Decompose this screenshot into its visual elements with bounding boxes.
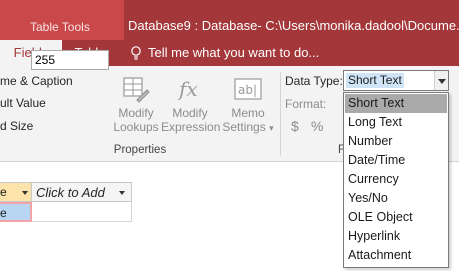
- svg-text:ab|: ab|: [238, 83, 257, 97]
- percent-format-icon: %: [311, 118, 324, 134]
- modify-expression-label-2: Expression: [161, 120, 221, 134]
- option-number[interactable]: Number: [345, 132, 447, 151]
- memo-ab-icon: ab|: [233, 74, 263, 104]
- option-hyperlink[interactable]: Hyperlink: [345, 227, 447, 246]
- modify-lookups-button[interactable]: Modify Lookups: [111, 74, 161, 144]
- tell-me-text: Tell me what you want to do...: [148, 45, 320, 60]
- modify-lookups-icon: [121, 74, 151, 104]
- chevron-down-icon[interactable]: [22, 191, 28, 195]
- option-ole-object[interactable]: OLE Object: [345, 208, 447, 227]
- option-long-text[interactable]: Long Text: [345, 113, 447, 132]
- option-yes-no[interactable]: Yes/No: [345, 189, 447, 208]
- modify-lookups-label-2: Lookups: [113, 120, 159, 134]
- option-attachment[interactable]: Attachment: [345, 246, 447, 265]
- option-short-text[interactable]: Short Text: [345, 94, 447, 113]
- memo-settings-label-2: Settings ▾: [222, 120, 274, 134]
- click-to-add-label: Click to Add: [36, 185, 105, 200]
- field-size-input[interactable]: [31, 50, 109, 70]
- window-title: Database9 : Database- C:\Users\monika.da…: [128, 18, 459, 33]
- memo-settings-button[interactable]: ab| Memo Settings ▾: [220, 74, 276, 144]
- option-date-time[interactable]: Date/Time: [345, 151, 447, 170]
- tell-me-box[interactable]: Tell me what you want to do...: [130, 40, 319, 66]
- modify-expression-button[interactable]: fx Modify Expression: [161, 74, 221, 144]
- modify-lookups-label-1: Modify: [118, 106, 154, 120]
- field-size-label: d Size: [0, 119, 34, 133]
- default-value-button[interactable]: ult Value: [0, 96, 46, 110]
- table-tools-label: Table Tools: [30, 20, 90, 34]
- format-label: Format:: [285, 97, 327, 111]
- data-type-label: Data Type:: [285, 74, 343, 88]
- data-type-dropdown-list: Short Text Long Text Number Date/Time Cu…: [343, 92, 449, 268]
- column-header-label: e: [0, 185, 7, 199]
- datasheet-cell[interactable]: [32, 202, 132, 222]
- memo-settings-label-1: Memo: [231, 106, 265, 120]
- table-tools-context-tab: Table Tools: [0, 0, 124, 40]
- column-header-click-to-add[interactable]: Click to Add: [32, 182, 132, 202]
- datasheet-cell-selected[interactable]: e: [0, 202, 32, 222]
- properties-group-label: Properties: [113, 144, 167, 156]
- svg-text:fx: fx: [177, 77, 198, 101]
- data-type-selected-value: Short Text: [346, 73, 404, 88]
- cell-value: e: [0, 206, 7, 220]
- name-caption-button[interactable]: me & Caption: [0, 74, 73, 88]
- option-currency[interactable]: Currency: [345, 170, 447, 189]
- data-type-select[interactable]: Short Text: [343, 70, 449, 91]
- column-header-field[interactable]: e: [0, 182, 32, 202]
- currency-format-icon: $: [291, 118, 299, 134]
- function-fx-icon: fx: [175, 74, 205, 104]
- lightbulb-icon: [131, 46, 141, 60]
- chevron-down-icon[interactable]: [119, 191, 125, 195]
- chevron-down-icon[interactable]: [434, 71, 448, 90]
- title-bar: Table Tools Database9 : Database- C:\Use…: [0, 0, 459, 40]
- modify-expression-label-1: Modify: [172, 106, 208, 120]
- group-divider: [280, 72, 281, 156]
